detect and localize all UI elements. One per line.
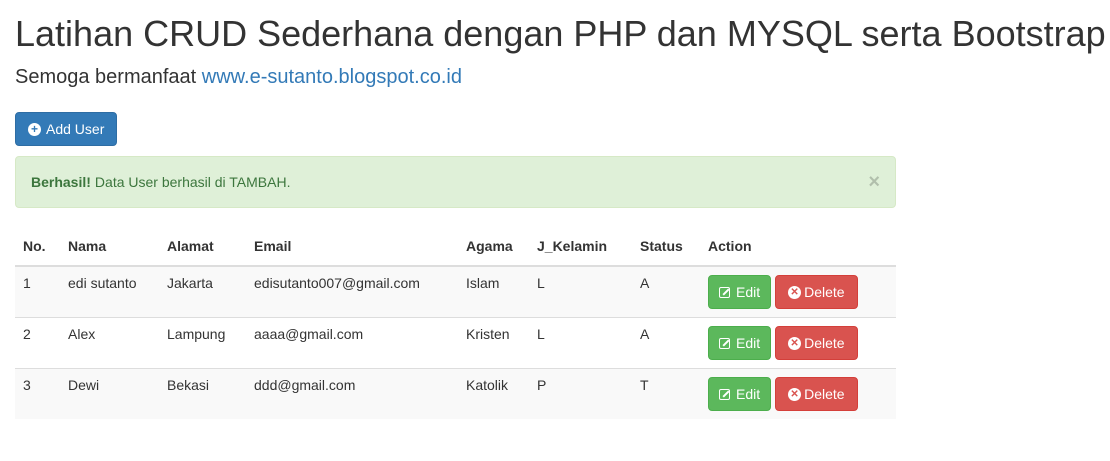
remove-circle-icon: ✕	[788, 336, 802, 350]
header-email: Email	[246, 227, 458, 267]
cell-nama: edi sutanto	[60, 265, 159, 318]
cell-action: Edit ✕ Delete	[700, 317, 896, 369]
subtitle-text: Semoga bermanfaat	[15, 66, 197, 88]
cell-email: edisutanto007@gmail.com	[246, 265, 458, 318]
cell-no: 3	[15, 368, 60, 419]
cell-email: aaaa@gmail.com	[246, 317, 458, 369]
cell-alamat: Lampung	[159, 317, 246, 369]
edit-label: Edit	[736, 284, 761, 300]
delete-label: Delete	[804, 386, 845, 402]
cell-agama: Islam	[458, 265, 529, 318]
table-row: 1 edi sutanto Jakarta edisutanto007@gmai…	[15, 265, 896, 318]
users-table: No. Nama Alamat Email Agama J_Kelamin St…	[15, 227, 896, 419]
table-row: 3 Dewi Bekasi ddd@gmail.com Katolik P T …	[15, 368, 896, 419]
remove-circle-icon: ✕	[788, 387, 802, 401]
header-alamat: Alamat	[159, 227, 246, 267]
cell-action: Edit ✕ Delete	[700, 368, 896, 419]
cell-nama: Alex	[60, 317, 159, 369]
cell-action: Edit ✕ Delete	[700, 265, 896, 318]
page-title: Latihan CRUD Sederhana dengan PHP dan MY…	[15, 13, 1106, 54]
header-no: No.	[15, 227, 60, 267]
add-user-button[interactable]: + Add User	[15, 112, 118, 146]
delete-button[interactable]: ✕ Delete	[775, 326, 858, 360]
cell-agama: Katolik	[458, 368, 529, 419]
cell-agama: Kristen	[458, 317, 529, 369]
plus-circle-icon: +	[28, 122, 41, 136]
success-alert: Berhasil! Data User berhasil di TAMBAH. …	[15, 156, 896, 208]
cell-nama: Dewi	[60, 368, 159, 419]
edit-label: Edit	[736, 386, 761, 402]
cell-status: A	[632, 317, 700, 369]
delete-label: Delete	[804, 335, 845, 351]
cell-no: 1	[15, 265, 60, 318]
cell-email: ddd@gmail.com	[246, 368, 458, 419]
table-header-row: No. Nama Alamat Email Agama J_Kelamin St…	[15, 227, 896, 267]
page-subtitle: Semoga bermanfaat www.e-sutanto.blogspot…	[15, 64, 462, 90]
delete-label: Delete	[804, 284, 845, 300]
header-jkelamin: J_Kelamin	[529, 227, 632, 267]
table-row: 2 Alex Lampung aaaa@gmail.com Kristen L …	[15, 317, 896, 369]
close-icon[interactable]: ×	[868, 172, 880, 192]
edit-button[interactable]: Edit	[708, 275, 772, 309]
edit-icon	[719, 286, 730, 298]
blog-link[interactable]: www.e-sutanto.blogspot.co.id	[202, 66, 462, 88]
alert-message: Data User berhasil di TAMBAH.	[94, 174, 291, 190]
header-agama: Agama	[458, 227, 529, 267]
edit-label: Edit	[736, 335, 761, 351]
cell-alamat: Bekasi	[159, 368, 246, 419]
edit-button[interactable]: Edit	[708, 326, 772, 360]
cell-jkelamin: L	[529, 317, 632, 369]
add-user-label: Add User	[46, 121, 105, 137]
alert-strong: Berhasil!	[31, 174, 91, 190]
cell-jkelamin: L	[529, 265, 632, 318]
header-action: Action	[700, 227, 896, 267]
cell-alamat: Jakarta	[159, 265, 246, 318]
edit-icon	[719, 388, 730, 400]
edit-icon	[719, 337, 730, 349]
remove-circle-icon: ✕	[788, 285, 802, 299]
delete-button[interactable]: ✕ Delete	[775, 377, 858, 411]
edit-button[interactable]: Edit	[708, 377, 772, 411]
cell-no: 2	[15, 317, 60, 369]
delete-button[interactable]: ✕ Delete	[775, 275, 858, 309]
cell-status: T	[632, 368, 700, 419]
cell-status: A	[632, 265, 700, 318]
header-nama: Nama	[60, 227, 159, 267]
cell-jkelamin: P	[529, 368, 632, 419]
header-status: Status	[632, 227, 700, 267]
